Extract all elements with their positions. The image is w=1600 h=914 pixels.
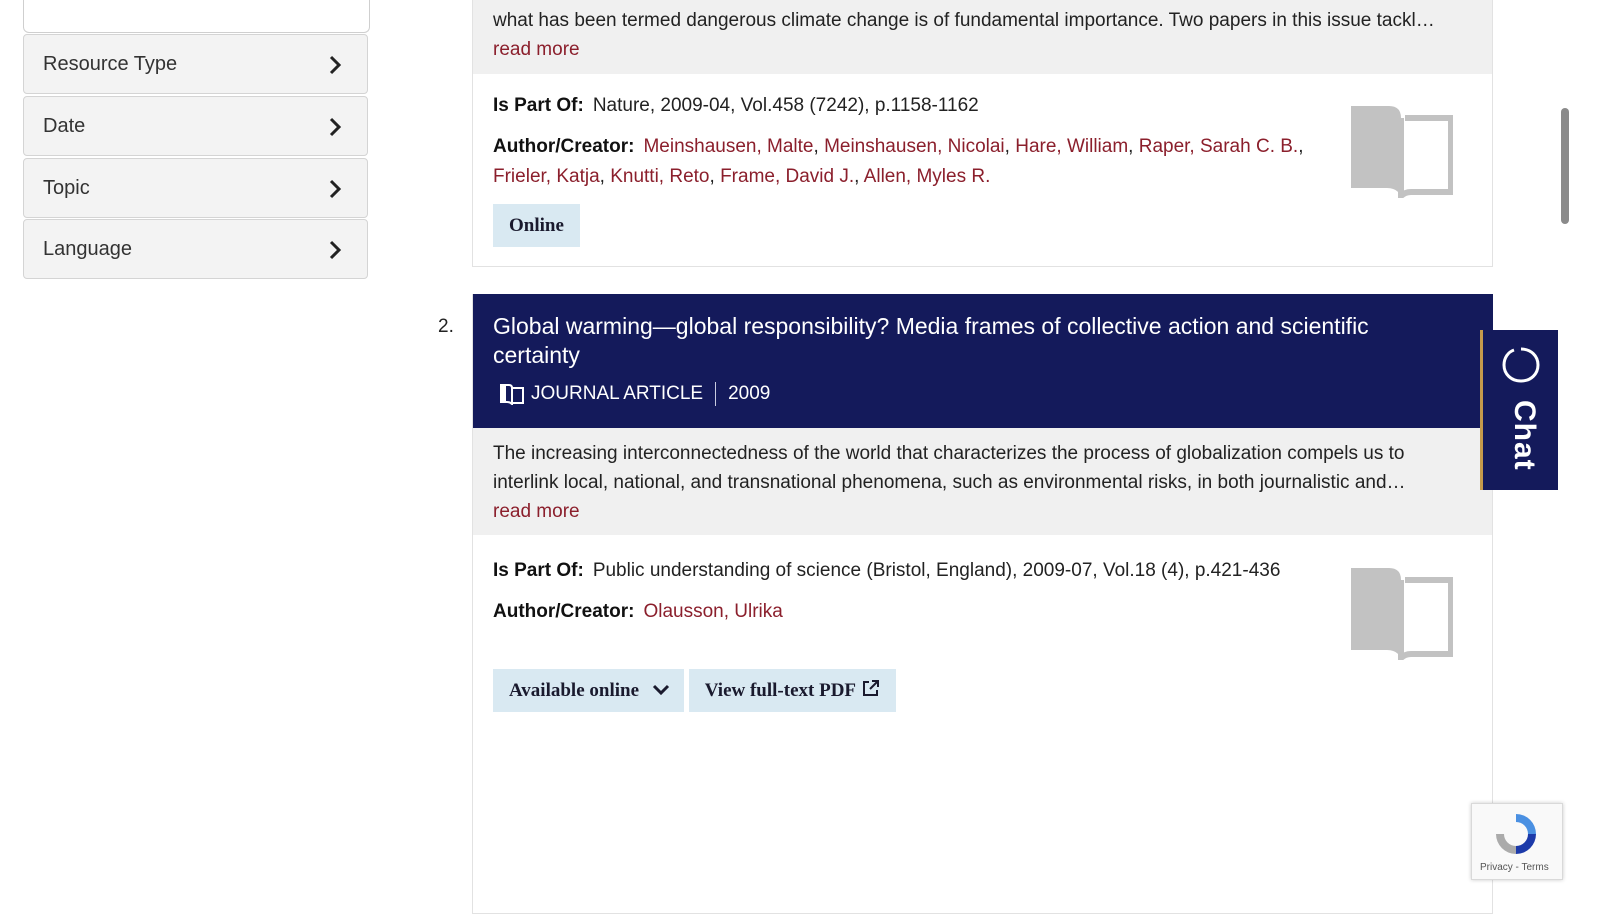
title-line: certainty	[493, 342, 580, 368]
author-link[interactable]: Frame, David J.	[720, 166, 854, 187]
book-icon	[1351, 568, 1453, 660]
author-link[interactable]: Meinshausen, Malte	[643, 136, 813, 157]
author-separator: ,	[1298, 136, 1304, 157]
is-part-of-label: Is Part Of:	[493, 560, 584, 581]
online-button[interactable]: Online	[493, 204, 580, 247]
external-link-icon	[863, 680, 880, 696]
chat-bubble-icon	[1502, 347, 1540, 383]
author-label: Author/Creator:	[493, 601, 635, 622]
is-part-of-label: Is Part Of:	[493, 95, 584, 116]
chat-tab[interactable]: Chat	[1480, 330, 1558, 490]
author-link[interactable]: Allen, Myles R.	[864, 166, 991, 187]
author-link[interactable]: Olausson, Ulrika	[643, 601, 782, 622]
author-link[interactable]: Frieler, Katja	[493, 166, 600, 187]
facet-label: Topic	[43, 177, 90, 199]
author-list: Meinshausen, Malte, Meinshausen, Nicolai…	[643, 136, 1303, 157]
result-number: 2.	[438, 316, 454, 337]
result-card-1: what has been termed dangerous climate c…	[472, 0, 1493, 267]
is-part-of-value: Public understanding of science (Bristol…	[592, 560, 1281, 581]
author-separator: ,	[854, 166, 864, 187]
recaptcha-icon	[1496, 814, 1536, 854]
result-type-line: JOURNAL ARTICLE 2009	[493, 382, 1473, 406]
facet-label: Language	[43, 238, 132, 260]
action-buttons: Available online View full-text PDF	[493, 669, 897, 712]
author-separator: ,	[1004, 136, 1016, 157]
chevron-right-icon	[329, 117, 342, 137]
chat-label: Chat	[1508, 400, 1541, 471]
author-row: Author/Creator: Olausson, Ulrika	[493, 597, 1472, 627]
author-separator: ,	[1128, 136, 1139, 157]
result-year: 2009	[728, 383, 771, 404]
title-line: Global warming—global responsibility? Me…	[493, 313, 1369, 339]
result-meta: Is Part Of: Public understanding of scien…	[473, 556, 1492, 660]
scrollbar-thumb[interactable]	[1561, 108, 1569, 224]
journal-icon	[500, 384, 524, 405]
facet-date[interactable]: Date	[23, 96, 368, 156]
divider	[715, 382, 717, 406]
facet-panel-top	[23, 0, 370, 33]
chevron-right-icon	[329, 240, 342, 260]
author-list: Frieler, Katja, Knutti, Reto, Frame, Dav…	[493, 166, 990, 187]
is-part-of-row: Is Part Of: Public understanding of scien…	[493, 556, 1472, 586]
available-online-button[interactable]: Available online	[493, 669, 684, 712]
author-link[interactable]: Hare, William	[1015, 136, 1128, 157]
author-separator: ,	[709, 166, 721, 187]
result-snippet: The increasing interconnectedness of the…	[473, 428, 1492, 535]
author-link[interactable]: Raper, Sarah C. B.	[1139, 136, 1298, 157]
result-snippet: what has been termed dangerous climate c…	[473, 0, 1492, 74]
resource-type-label: JOURNAL ARTICLE	[531, 383, 704, 404]
result-meta: Is Part Of: Nature, 2009-04, Vol.458 (724…	[473, 74, 1492, 247]
snippet-text: interlink local, national, and transnati…	[493, 472, 1406, 493]
author-link[interactable]: Meinshausen, Nicolai	[824, 136, 1005, 157]
author-row: Author/Creator: Meinshausen, Malte, Meins…	[493, 132, 1472, 162]
snippet-text: The increasing interconnectedness of the…	[493, 443, 1405, 464]
author-separator: ,	[599, 166, 611, 187]
result-title-band[interactable]: Global warming—global responsibility? Me…	[473, 294, 1493, 428]
author-label: Author/Creator:	[493, 136, 635, 157]
facet-resource-type[interactable]: Resource Type	[23, 34, 368, 94]
recaptcha-text[interactable]: Privacy - Terms	[1480, 862, 1549, 873]
is-part-of-row: Is Part Of: Nature, 2009-04, Vol.458 (724…	[493, 91, 1472, 121]
facet-language[interactable]: Language	[23, 219, 368, 279]
is-part-of-value: Nature, 2009-04, Vol.458 (7242), p.1158-…	[592, 95, 979, 116]
chevron-right-icon	[329, 55, 342, 75]
button-label: Available online	[509, 680, 640, 701]
chevron-down-icon	[652, 684, 669, 696]
facet-label: Date	[43, 115, 86, 137]
read-more-link[interactable]: read more	[493, 35, 1472, 64]
result-title[interactable]: Global warming—global responsibility? Me…	[493, 312, 1473, 370]
button-label: View full-text PDF	[704, 680, 856, 701]
author-row-cont: Frieler, Katja, Knutti, Reto, Frame, Dav…	[493, 162, 1472, 192]
view-pdf-button[interactable]: View full-text PDF	[688, 669, 897, 712]
facet-label: Resource Type	[43, 53, 178, 75]
snippet-text: what has been termed dangerous climate c…	[493, 10, 1435, 31]
book-icon	[1351, 106, 1453, 198]
recaptcha-badge[interactable]: Privacy - Terms	[1471, 803, 1563, 880]
author-separator: ,	[813, 136, 825, 157]
read-more-link[interactable]: read more	[493, 497, 1472, 526]
facet-topic[interactable]: Topic	[23, 158, 368, 218]
author-link[interactable]: Knutti, Reto	[610, 166, 709, 187]
chevron-right-icon	[329, 179, 342, 199]
